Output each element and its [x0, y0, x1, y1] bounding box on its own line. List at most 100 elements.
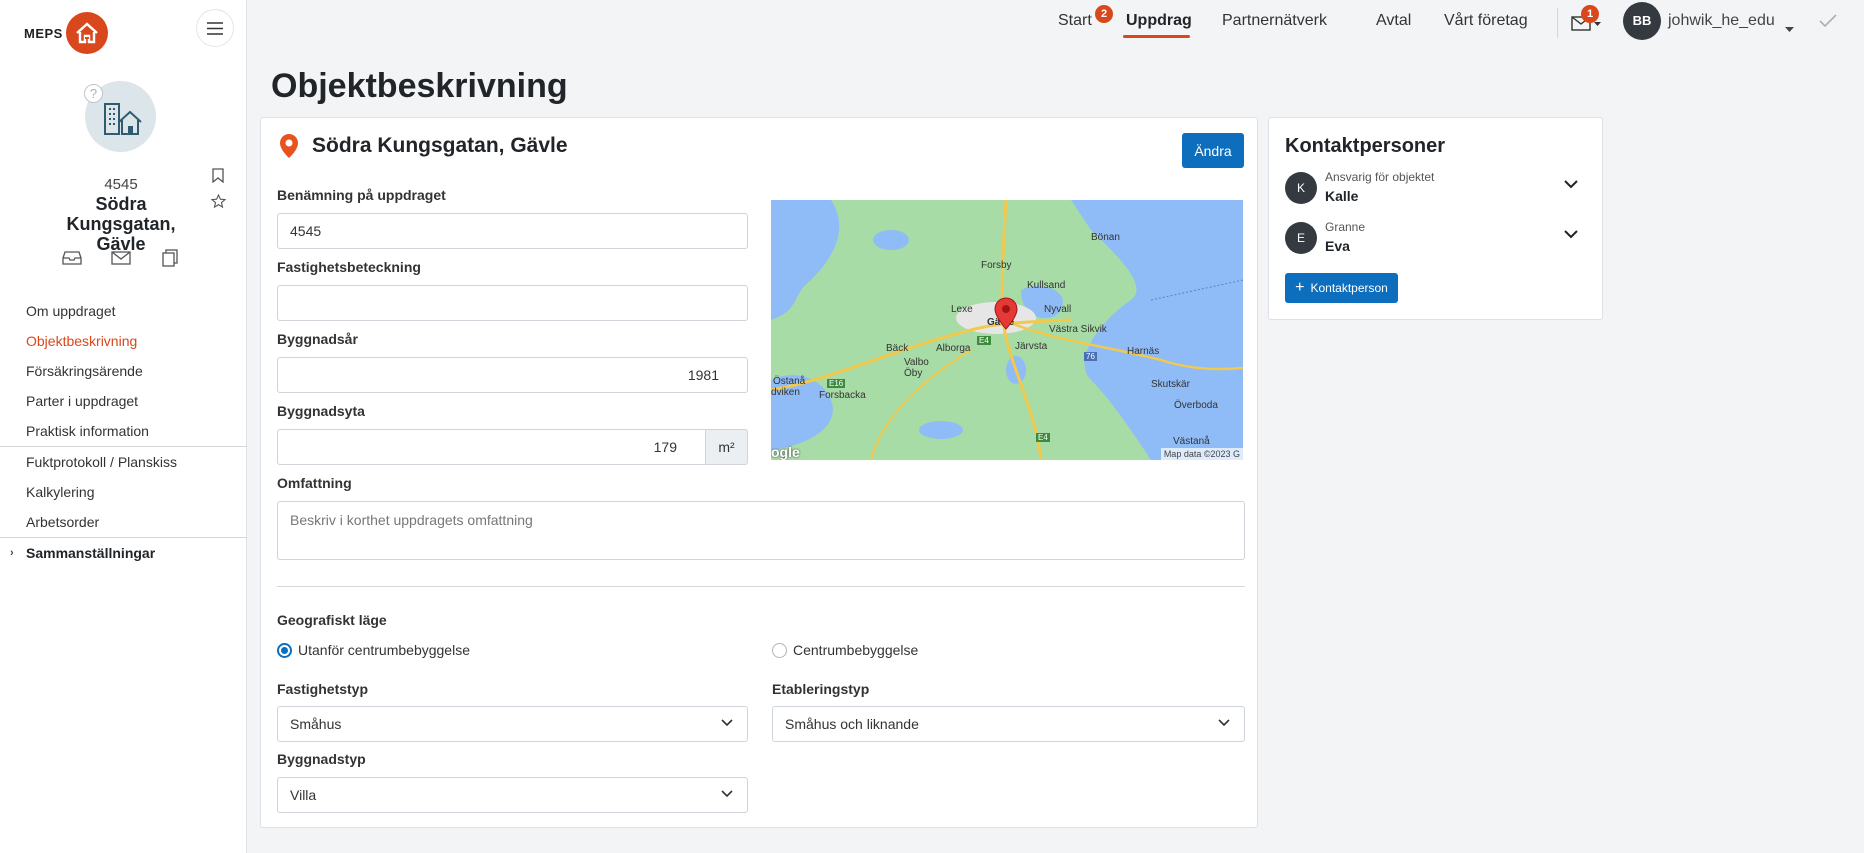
map-place-label: Lexe [951, 304, 973, 315]
menu-toggle-button[interactable] [196, 9, 234, 47]
sidebar-item-fuktprotokoll[interactable]: Fuktprotokoll / Planskiss [0, 447, 247, 477]
map-place-label: Västra Sikvik [1049, 324, 1107, 335]
map-place-label: Nyvall [1044, 304, 1072, 315]
contact-item[interactable]: E Granne Eva [1285, 218, 1590, 258]
contact-avatar: E [1285, 222, 1317, 254]
nav-partnernatverk[interactable]: Partnernätverk [1222, 12, 1327, 30]
checkmark-icon[interactable] [1819, 14, 1837, 33]
scope-textarea[interactable]: Beskriv i korthet uppdragets omfattning [277, 501, 1245, 560]
map-road-label: E4 [977, 336, 991, 345]
bookmark-icon[interactable] [212, 168, 224, 188]
object-id: 4545 [104, 176, 138, 193]
map-place-label: Kullsand [1027, 280, 1066, 291]
scope-label: Omfattning [277, 475, 352, 491]
sidebar-item-forsakringsarende[interactable]: Försäkringsärende [0, 356, 247, 386]
contact-name: Kalle [1325, 188, 1359, 204]
sidebar-item-arbetsorder[interactable]: Arbetsorder [0, 507, 247, 537]
select-value: Småhus och liknande [785, 716, 919, 732]
property-designation-label: Fastighetsbeteckning [277, 259, 421, 275]
assignment-name-input[interactable]: 4545 [277, 213, 748, 249]
building-icon [103, 102, 142, 135]
star-icon[interactable] [210, 193, 227, 214]
sidebar-item-parter[interactable]: Parter i uppdraget [0, 386, 247, 416]
sidebar-item-objektbeskrivning[interactable]: Objektbeskrivning [0, 326, 247, 356]
copy-icon[interactable] [158, 248, 182, 268]
radio-dot [277, 642, 292, 658]
caret-down-icon [1785, 27, 1794, 32]
map-place-label: Östanå [773, 376, 806, 387]
brand-logo[interactable]: MEPS [24, 12, 108, 54]
map-place-label: Skutskär [1151, 379, 1190, 390]
sidebar-item-kalkylering[interactable]: Kalkylering [0, 477, 247, 507]
add-contact-label: Kontaktperson [1310, 281, 1388, 295]
user-avatar[interactable]: BB [1623, 2, 1661, 40]
plus-icon: + [1295, 279, 1305, 296]
nav-vart-foretag[interactable]: Vårt företag [1444, 12, 1528, 30]
username[interactable]: johwik_he_edu [1668, 12, 1775, 30]
property-designation-input[interactable] [277, 285, 748, 321]
sidebar-item-om-uppdraget[interactable]: Om uppdraget [0, 296, 247, 326]
edit-button[interactable]: Ändra [1182, 133, 1244, 168]
map-road-label: E4 [1036, 433, 1050, 442]
active-tab-indicator [1123, 35, 1190, 38]
radio-center[interactable]: Centrumbebyggelse [772, 642, 918, 658]
help-icon[interactable]: ? [84, 84, 103, 103]
chevron-down-icon [1218, 719, 1230, 727]
chevron-down-icon[interactable] [1564, 180, 1578, 189]
object-quick-actions [60, 248, 182, 268]
contacts-card: Kontaktpersoner K Ansvarig för objektet … [1268, 117, 1603, 320]
map-place-label: Forsby [981, 260, 1012, 271]
nav-uppdrag[interactable]: Uppdrag [1126, 12, 1192, 30]
contact-role: Granne [1325, 220, 1366, 234]
sidebar-nav: Om uppdraget Objektbeskrivning Försäkrin… [0, 296, 247, 568]
select-value: Småhus [290, 716, 342, 732]
property-type-label: Fastighetstyp [277, 681, 369, 697]
add-contact-button[interactable]: + Kontaktperson [1285, 273, 1398, 303]
page-title: Objektbeskrivning [271, 67, 568, 105]
start-notification-badge: 2 [1095, 5, 1113, 23]
radio-label: Centrumbebyggelse [793, 642, 919, 658]
topbar-divider [1557, 8, 1558, 38]
construction-year-label: Byggnadsår [277, 331, 358, 347]
nav-start[interactable]: Start [1058, 12, 1092, 30]
map-place-label: Valbo [904, 357, 929, 368]
building-area-label: Byggnadsyta [277, 403, 365, 419]
building-area-input[interactable]: 179 [277, 429, 706, 465]
archive-icon[interactable] [60, 248, 84, 268]
sidebar-item-praktisk-information[interactable]: Praktisk information [0, 416, 247, 446]
building-type-select[interactable]: Villa [277, 777, 748, 813]
map-place-label: Forsbacka [819, 390, 866, 401]
sidebar: MEPS ? 4545 Södra Kungsgatan, Gävle Om u… [0, 0, 247, 853]
location-map[interactable]: Bönan Forsby Kullsand Lexe Gävle Nyvall … [771, 200, 1243, 460]
geographic-location-label: Geografiskt läge [277, 612, 387, 628]
sidebar-group-sammanstallningar[interactable]: › Sammanställningar [0, 538, 247, 568]
property-type-select[interactable]: Småhus [277, 706, 748, 742]
map-provider-logo: ogle [771, 444, 800, 460]
map-place-label: dviken [771, 387, 800, 398]
radio-outside-center[interactable]: Utanför centrumbebyggelse [277, 642, 470, 658]
object-address: Södra Kungsgatan, Gävle [312, 134, 568, 157]
radio-label: Utanför centrumbebyggelse [298, 642, 470, 658]
map-place-label: Harnäs [1127, 346, 1160, 357]
select-value: Villa [290, 787, 317, 803]
mail-icon[interactable] [109, 248, 133, 268]
contact-item[interactable]: K Ansvarig för objektet Kalle [1285, 168, 1590, 208]
establishment-type-label: Etableringstyp [772, 681, 870, 697]
map-attribution[interactable]: Map data ©2023 G [1160, 448, 1243, 460]
mail-notification-badge: 1 [1581, 5, 1599, 23]
chevron-down-icon [721, 790, 733, 798]
nav-avtal[interactable]: Avtal [1376, 12, 1411, 30]
map-place-label: Bäck [886, 343, 909, 354]
construction-year-input[interactable]: 1981 [277, 357, 748, 393]
chevron-right-icon: › [10, 547, 14, 559]
contact-avatar: K [1285, 172, 1317, 204]
map-road-label: E16 [827, 379, 846, 388]
building-type-label: Byggnadstyp [277, 751, 366, 767]
user-menu-dropdown[interactable] [1785, 20, 1794, 38]
location-pin-icon [279, 133, 299, 164]
map-place-label: Västanå [1173, 436, 1210, 447]
section-divider [277, 586, 1245, 587]
map-marker-icon [994, 297, 1018, 336]
chevron-down-icon[interactable] [1564, 230, 1578, 239]
establishment-type-select[interactable]: Småhus och liknande [772, 706, 1245, 742]
